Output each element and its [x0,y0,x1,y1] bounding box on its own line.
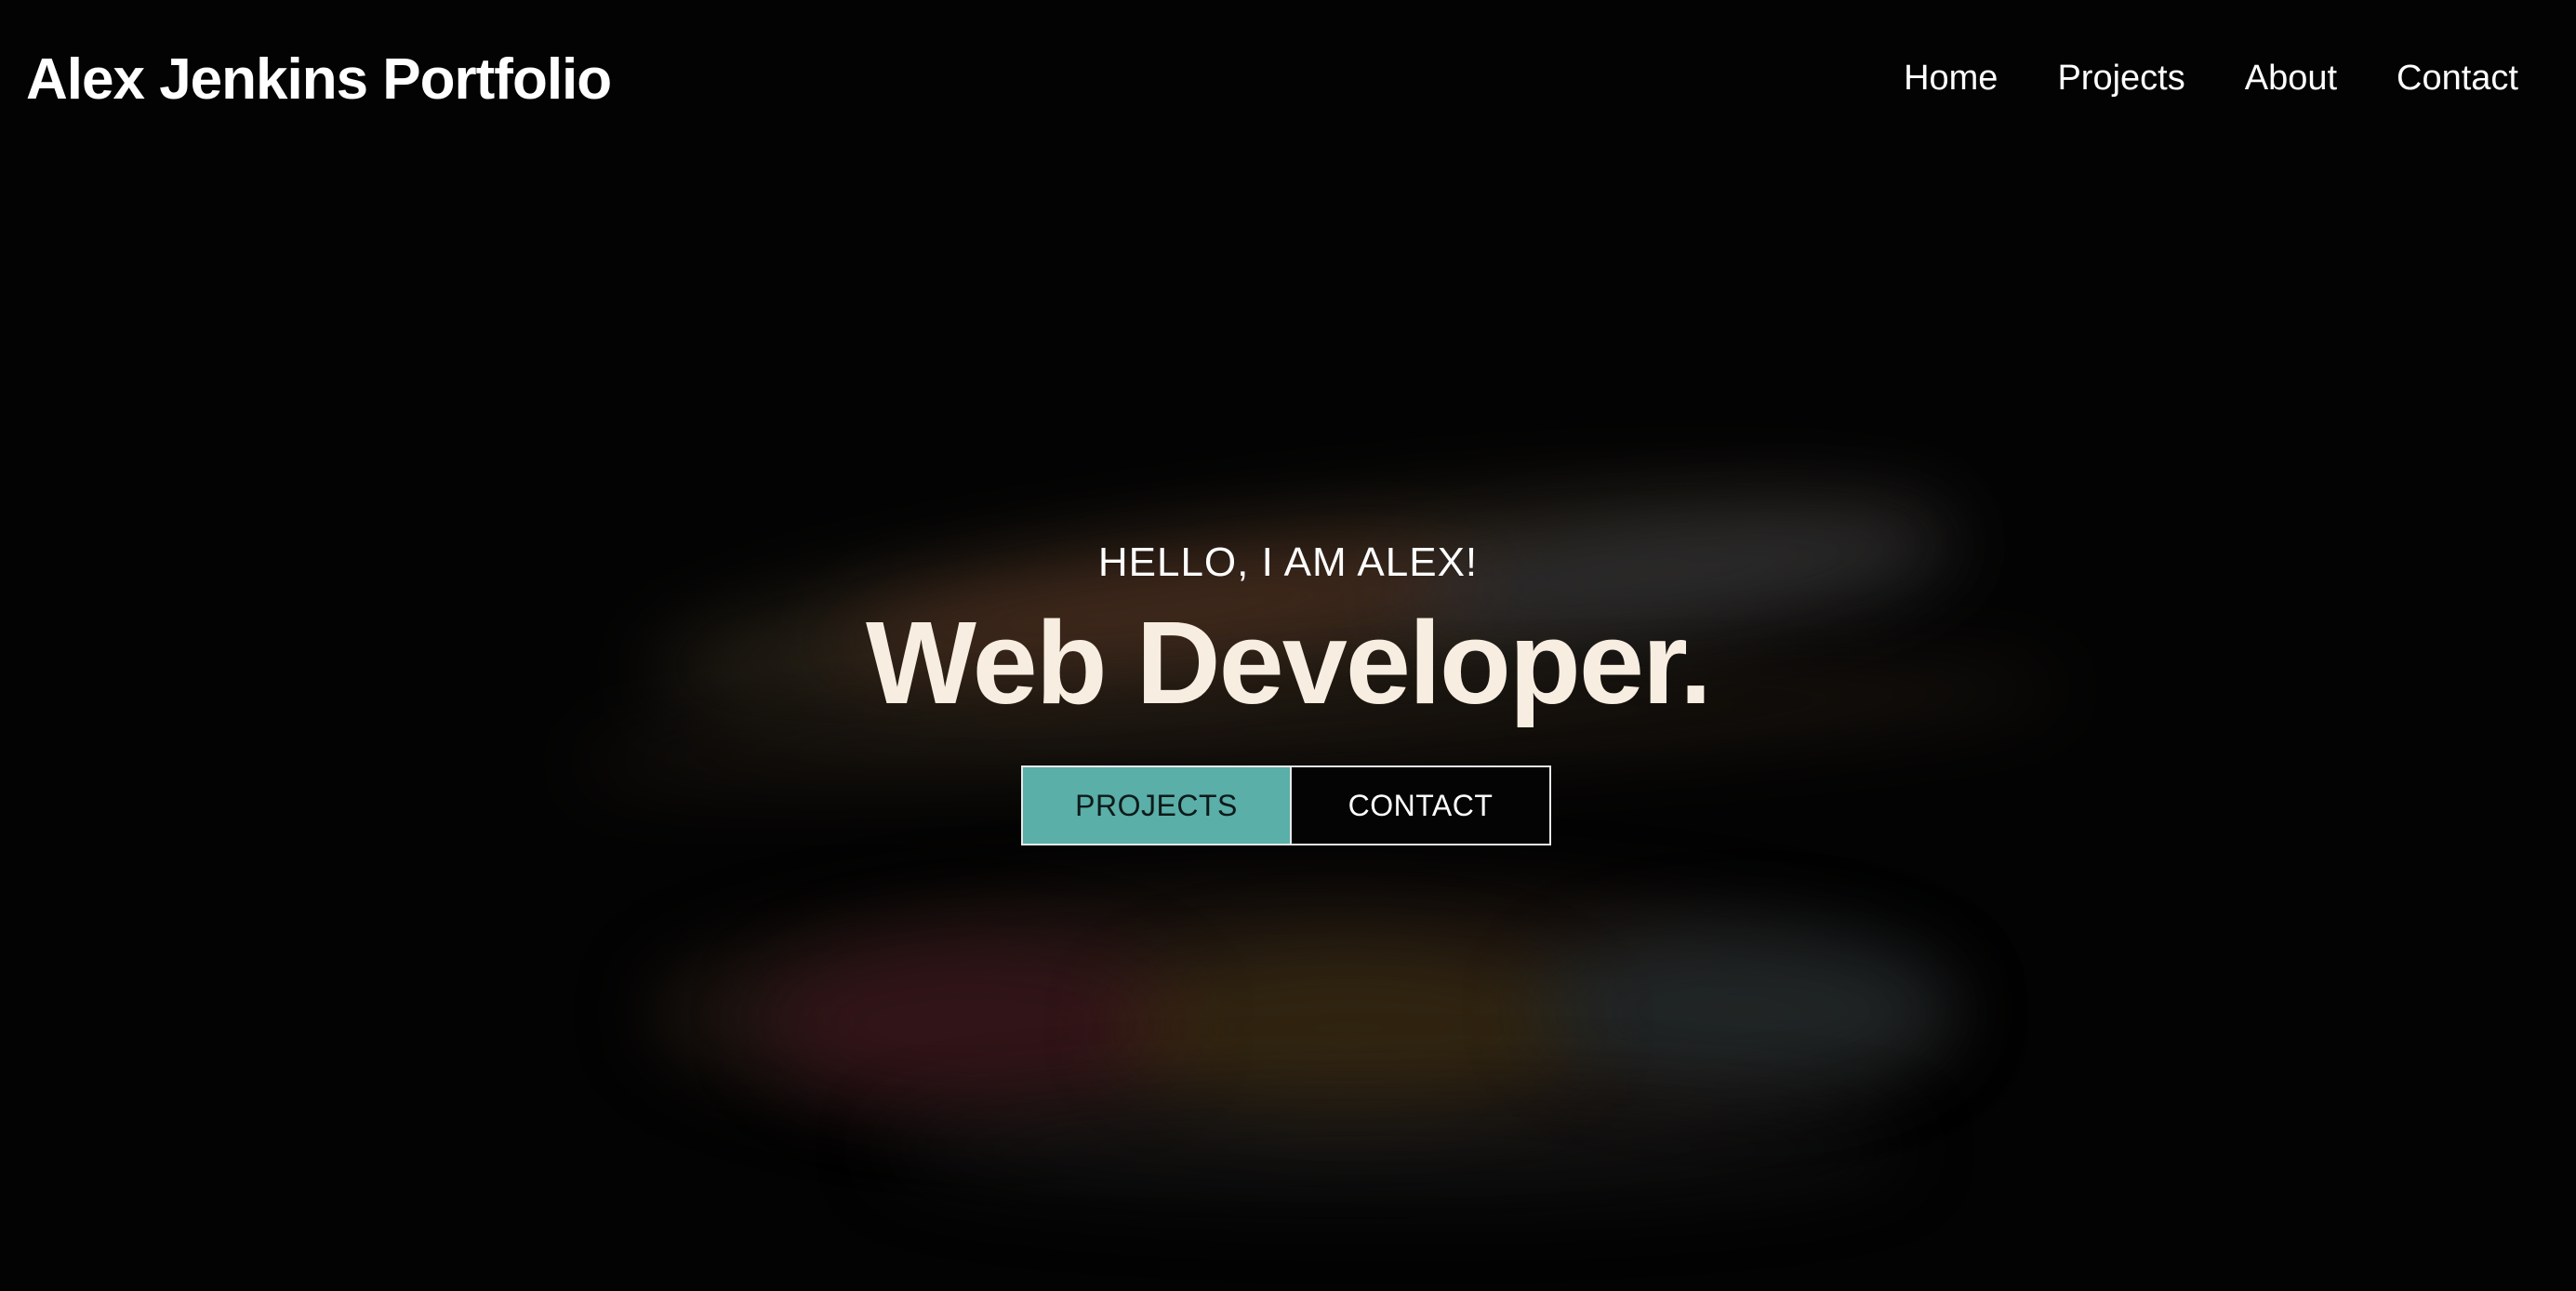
nav-link-home[interactable]: Home [1904,59,1998,99]
page: Alex Jenkins Portfolio Home Projects Abo… [0,0,2576,1291]
site-header: Alex Jenkins Portfolio Home Projects Abo… [0,0,2576,167]
hero-greeting: HELLO, I AM ALEX! [1097,539,1479,585]
hero-buttons: PROJECTS CONTACT [1021,765,1551,845]
hero-section: HELLO, I AM ALEX! Web Developer. [0,535,2576,728]
hero-title: Web Developer. [865,597,1712,728]
projects-button[interactable]: PROJECTS [1021,765,1292,845]
nav-link-about[interactable]: About [2245,59,2337,99]
nav-link-contact[interactable]: Contact [2397,59,2518,99]
nav-link-projects[interactable]: Projects [2057,59,2184,99]
site-brand[interactable]: Alex Jenkins Portfolio [26,47,612,113]
contact-button[interactable]: CONTACT [1290,765,1551,845]
main-nav: Home Projects About Contact [1904,59,2518,99]
